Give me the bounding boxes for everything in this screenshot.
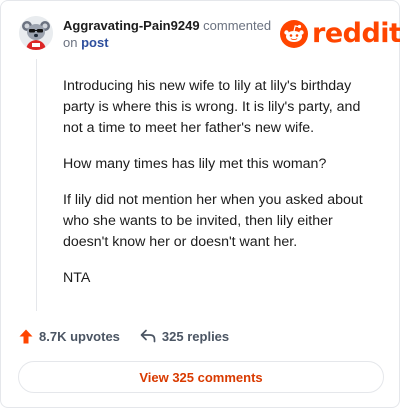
comment-paragraph: How many times has lily met this woman? (63, 156, 327, 172)
username-link[interactable]: Aggravating-Pain9249 (63, 18, 200, 33)
upvote-count: 8.7K upvotes (39, 328, 120, 344)
post-link[interactable]: post (81, 35, 108, 50)
comment-paragraph: Introducing his new wife to lily at lily… (63, 78, 361, 136)
comment-body: Introducing his new wife to lily at lily… (63, 76, 373, 304)
upvote-button[interactable]: 8.7K upvotes (19, 329, 120, 344)
comment-actions: 8.7K upvotes 325 replies (19, 327, 229, 345)
user-avatar-icon[interactable] (19, 16, 53, 50)
comment-paragraph: If lily did not mention her when you ask… (63, 192, 363, 250)
reddit-wordmark: reddit (312, 18, 400, 49)
reddit-logo[interactable]: reddit (280, 19, 400, 49)
commented-label: commented (203, 18, 272, 33)
comment-paragraph: NTA (63, 270, 91, 286)
upvote-arrow-icon (19, 329, 33, 343)
reply-arrow-icon (140, 329, 156, 343)
view-comments-button[interactable]: View 325 comments (18, 361, 384, 393)
on-label: on (63, 35, 78, 50)
comment-card: Aggravating-Pain9249 commented on post r… (0, 0, 400, 408)
reddit-snoo-icon (280, 20, 308, 48)
reply-count: 325 replies (161, 328, 230, 344)
replies-button[interactable]: 325 replies (140, 329, 229, 344)
view-comments-label: View 325 comments (139, 369, 263, 385)
comment-header: Aggravating-Pain9249 commented on post (63, 17, 278, 51)
thread-line[interactable] (36, 59, 37, 311)
